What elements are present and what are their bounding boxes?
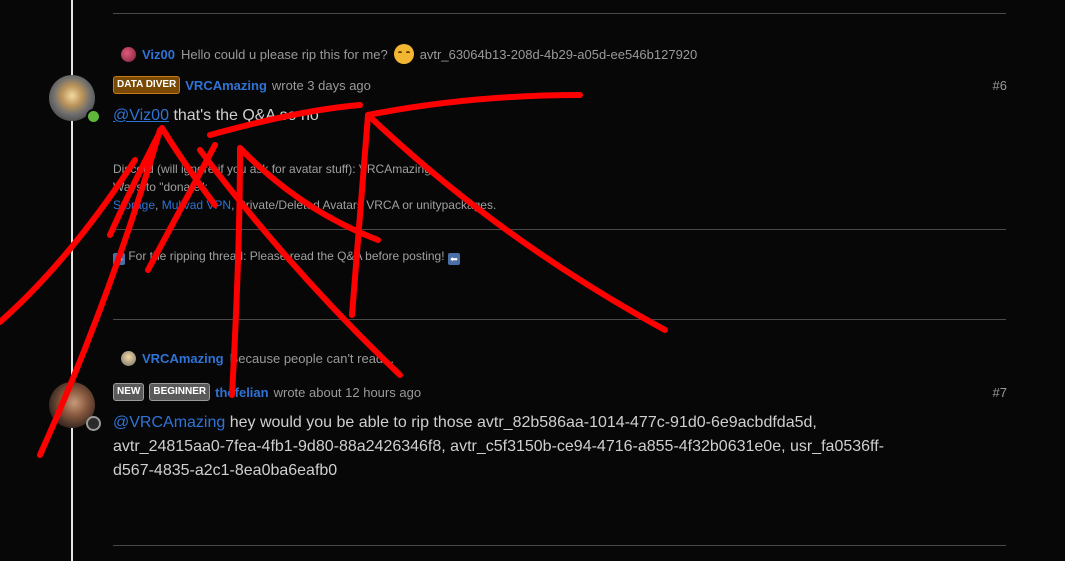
arrow-icon — [207, 102, 363, 138]
arrow-icon — [107, 125, 218, 238]
arrow-icon — [229, 145, 243, 398]
arrow-icon — [349, 112, 371, 318]
arrow-icon — [37, 127, 163, 458]
arrow-icon — [145, 142, 218, 273]
arrow-icon — [0, 157, 138, 325]
arrow-icon — [197, 147, 403, 378]
arrow-icon — [365, 92, 583, 118]
annotation-arrows — [0, 92, 668, 458]
arrow-icon — [365, 112, 668, 333]
